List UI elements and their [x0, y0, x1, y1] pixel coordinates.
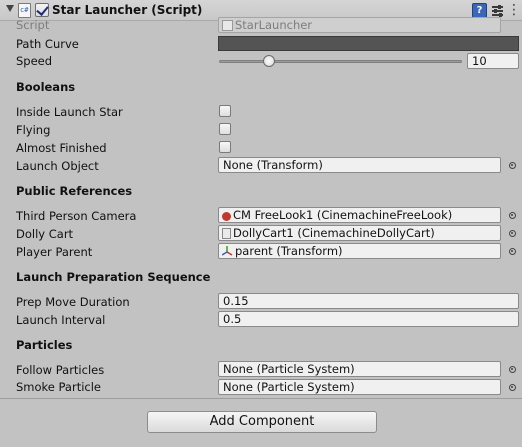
- player-parent-label: Player Parent: [16, 245, 93, 259]
- flying-checkbox[interactable]: [219, 123, 231, 135]
- prep-move-duration-label: Prep Move Duration: [16, 295, 130, 309]
- component-title[interactable]: Star Launcher (Script): [52, 3, 202, 17]
- speed-slider-track[interactable]: [219, 60, 462, 63]
- divider: [0, 398, 522, 399]
- script-field: StarLauncher: [218, 17, 501, 33]
- speed-slider-thumb[interactable]: [263, 55, 275, 67]
- object-picker-icon[interactable]: [509, 384, 516, 391]
- launch-object-field[interactable]: None (Transform): [218, 157, 501, 173]
- prep-move-duration-input[interactable]: 0.15: [218, 293, 519, 309]
- path-curve-label: Path Curve: [16, 37, 79, 51]
- component-enabled-checkbox[interactable]: [35, 3, 49, 17]
- launch-interval-label: Launch Interval: [16, 313, 106, 327]
- preset-icon[interactable]: [490, 3, 505, 18]
- third-person-camera-value: CM FreeLook1 (CinemachineFreeLook): [233, 208, 453, 222]
- transform-icon: [221, 246, 233, 257]
- follow-particles-label: Follow Particles: [16, 363, 105, 377]
- object-picker-icon[interactable]: [509, 212, 516, 219]
- almost-finished-checkbox[interactable]: [219, 141, 231, 153]
- third-person-camera-field[interactable]: CM FreeLook1 (CinemachineFreeLook): [218, 207, 501, 223]
- section-booleans: Booleans: [16, 80, 76, 94]
- player-parent-value: parent (Transform): [235, 244, 343, 258]
- section-particles: Particles: [16, 338, 73, 352]
- script-value: StarLauncher: [235, 18, 313, 32]
- script-icon: [18, 3, 31, 18]
- smoke-particle-field[interactable]: None (Particle System): [218, 379, 501, 395]
- add-component-button[interactable]: Add Component: [147, 411, 377, 433]
- script-label: Script: [16, 18, 50, 32]
- dolly-cart-value: DollyCart1 (CinemachineDollyCart): [233, 226, 435, 240]
- dolly-cart-label: Dolly Cart: [16, 227, 74, 241]
- help-icon[interactable]: ?: [472, 3, 487, 18]
- dolly-cart-field[interactable]: DollyCart1 (CinemachineDollyCart): [218, 225, 501, 241]
- object-picker-icon[interactable]: [509, 366, 516, 373]
- object-picker-icon[interactable]: [509, 230, 516, 237]
- smoke-particle-label: Smoke Particle: [16, 380, 102, 394]
- script-file-icon: [222, 20, 233, 31]
- third-person-camera-label: Third Person Camera: [16, 209, 137, 223]
- foldout-arrow-icon[interactable]: [6, 5, 14, 12]
- inside-launch-star-checkbox[interactable]: [219, 105, 231, 117]
- launch-interval-input[interactable]: 0.5: [218, 311, 519, 327]
- section-public-references: Public References: [16, 184, 133, 198]
- object-picker-icon[interactable]: [509, 162, 516, 169]
- script-file-icon: [222, 228, 231, 239]
- path-curve-field[interactable]: [218, 36, 519, 51]
- follow-particles-field[interactable]: None (Particle System): [218, 361, 501, 377]
- inside-launch-star-label: Inside Launch Star: [16, 105, 123, 119]
- speed-input[interactable]: 10: [467, 53, 519, 69]
- flying-label: Flying: [16, 123, 51, 137]
- section-launch-preparation: Launch Preparation Sequence: [16, 270, 211, 284]
- object-picker-icon[interactable]: [509, 248, 516, 255]
- gear-icon[interactable]: ⋮: [507, 3, 521, 18]
- launch-object-label: Launch Object: [16, 159, 99, 173]
- speed-label: Speed: [16, 54, 53, 68]
- player-parent-field[interactable]: parent (Transform): [218, 243, 501, 259]
- cinemachine-camera-icon: [222, 212, 231, 221]
- almost-finished-label: Almost Finished: [16, 141, 107, 155]
